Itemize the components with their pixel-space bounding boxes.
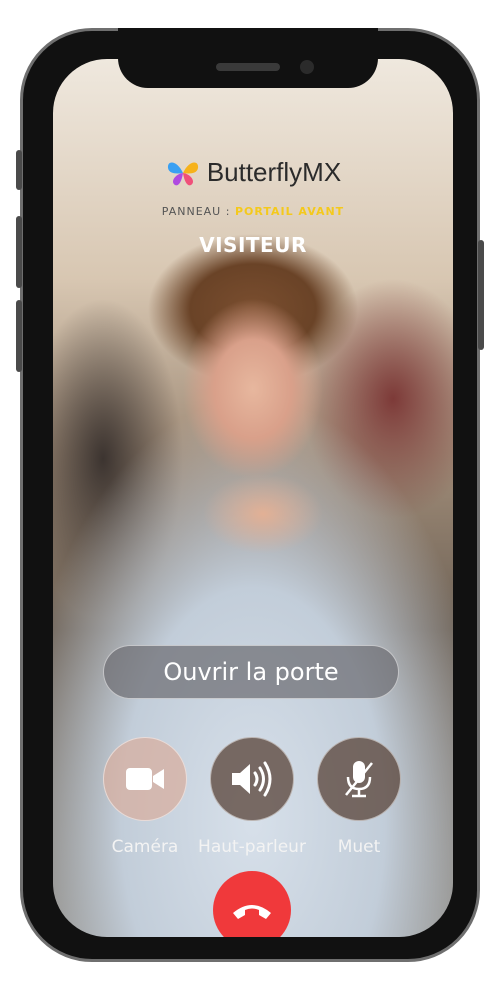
power-button (478, 240, 484, 350)
mic-off-icon (345, 761, 373, 798)
butterfly-logo-icon (167, 162, 198, 185)
hangup-icon (233, 905, 271, 919)
notch (118, 28, 378, 88)
brand-header: ButterflyMX (53, 157, 453, 188)
volume-up-button (16, 216, 22, 288)
front-camera (300, 60, 314, 74)
panel-name: PORTAIL AVANT (234, 205, 345, 218)
open-door-button[interactable]: Ouvrir la porte (103, 645, 399, 699)
brand-name: ButterflyMX (206, 157, 342, 187)
phone-frame: ButterflyMX PANNEAU : PORTAIL AVANT VISI… (20, 28, 480, 962)
panel-prefix: PANNEAU : (161, 205, 231, 218)
earpiece (216, 63, 280, 71)
speaker-button[interactable] (210, 737, 294, 821)
call-screen: ButterflyMX PANNEAU : PORTAIL AVANT VISI… (53, 59, 453, 937)
panel-info: PANNEAU : PORTAIL AVANT (53, 205, 453, 218)
mute-label: Muet (337, 837, 381, 857)
camera-icon (126, 768, 164, 790)
mute-switch (16, 150, 22, 190)
caller-label: VISITEUR (199, 233, 307, 257)
volume-down-button (16, 300, 22, 372)
hangup-button[interactable] (213, 871, 291, 937)
mute-button[interactable] (317, 737, 401, 821)
speaker-icon (232, 761, 272, 797)
camera-button[interactable] (103, 737, 187, 821)
